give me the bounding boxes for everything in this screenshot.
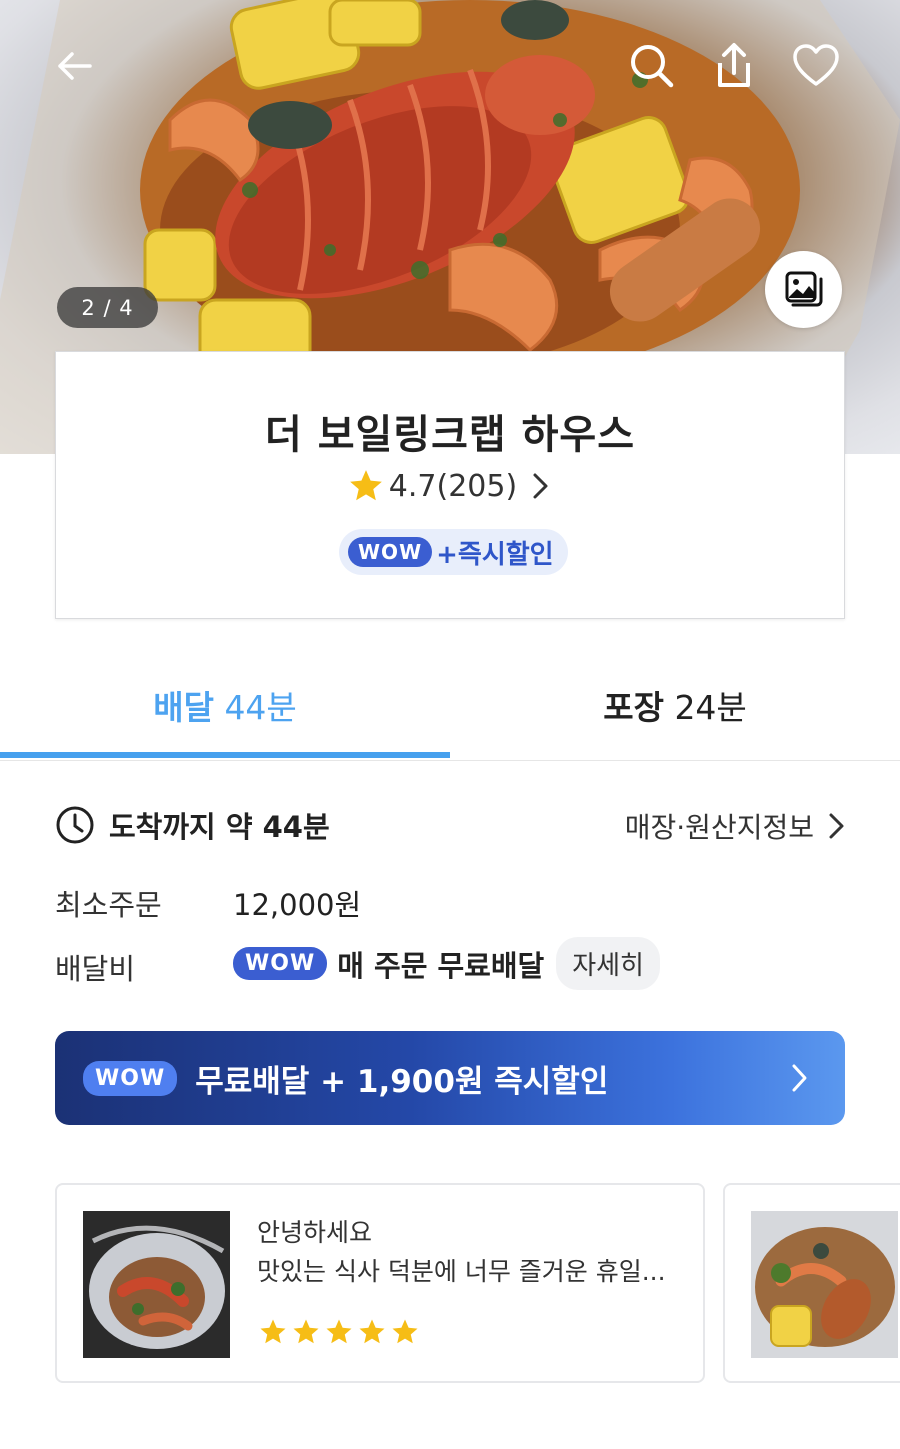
review-star-rating (258, 1317, 420, 1347)
gallery-icon (785, 271, 822, 306)
promo-label: +즉시할인 (436, 539, 554, 570)
tab-pickup-label: 포장 (603, 688, 664, 727)
chevron-right-icon (792, 1064, 807, 1092)
order-type-tabs: 배달 44분 포장 24분 (0, 655, 900, 761)
review-line-2: 맛있는 식사 덕분에 너무 즐거운 휴일... (257, 1257, 666, 1286)
gallery-button[interactable] (765, 251, 842, 328)
wow-badge: WOW (348, 537, 433, 567)
store-name: 더 보일링크랩 하우스 (264, 412, 636, 458)
share-button[interactable] (704, 36, 764, 96)
share-icon (718, 43, 750, 87)
detail-button[interactable]: 자세히 (556, 937, 660, 990)
star-icon (260, 1319, 286, 1344)
delivery-fee-label: 배달비 (55, 952, 136, 986)
review-line-1: 안녕하세요 (257, 1218, 373, 1247)
review-photo (83, 1211, 230, 1358)
tab-pickup[interactable]: 포장 24분 (450, 681, 900, 729)
wow-promo-banner[interactable]: WOW 무료배달 + 1,900원 즉시할인 (55, 1031, 845, 1125)
min-order-label: 최소주문 (55, 888, 162, 922)
star-icon (349, 470, 382, 501)
min-order-value: 12,000원 (233, 888, 362, 922)
star-icon (293, 1319, 319, 1344)
review-count: (205) (436, 468, 518, 504)
chevron-right-icon (533, 473, 548, 499)
arrival-label: 도착까지 약 44분 (109, 810, 330, 844)
star-icon (326, 1319, 352, 1344)
search-icon (631, 45, 674, 88)
image-counter: 2 / 4 (57, 287, 158, 328)
star-icon (359, 1319, 385, 1344)
search-button[interactable] (622, 36, 682, 96)
rating-value: 4.7 (388, 468, 437, 504)
favorite-button[interactable] (786, 36, 846, 96)
clock-icon (56, 806, 94, 844)
store-info-card: 더 보일링크랩 하우스 4.7 (205) WOW +즉시할인 (55, 351, 845, 619)
delivery-fee-value: 매 주문 무료배달 (337, 948, 545, 983)
wow-promo-pill: WOW +즉시할인 (339, 529, 568, 575)
tab-delivery-label: 배달 (153, 688, 214, 727)
review-card[interactable] (723, 1183, 900, 1383)
store-info-label: 매장·원산지정보 (624, 811, 814, 844)
tab-delivery[interactable]: 배달 44분 (0, 681, 450, 729)
heart-icon (793, 44, 839, 86)
back-arrow-icon (58, 52, 92, 80)
star-icon (392, 1319, 418, 1344)
rating-row[interactable]: 4.7 (205) (56, 467, 844, 505)
chevron-right-icon (829, 813, 844, 839)
tab-pickup-time: 24분 (674, 688, 747, 727)
active-tab-indicator (0, 752, 450, 758)
store-origin-info-link[interactable]: 매장·원산지정보 (625, 806, 848, 846)
wow-badge: WOW (233, 947, 328, 980)
tab-delivery-time: 44분 (224, 688, 297, 727)
review-card[interactable]: 안녕하세요 맛있는 식사 덕분에 너무 즐거운 휴일... (55, 1183, 705, 1383)
arrival-estimate: 도착까지 약 44분 (55, 804, 330, 846)
delivery-fee-row: WOW 매 주문 무료배달 자세히 (233, 937, 660, 990)
back-button[interactable] (44, 36, 104, 96)
wow-badge: WOW (83, 1060, 178, 1096)
banner-text: 무료배달 + 1,900원 즉시할인 (195, 1063, 609, 1100)
review-photo (751, 1211, 898, 1358)
